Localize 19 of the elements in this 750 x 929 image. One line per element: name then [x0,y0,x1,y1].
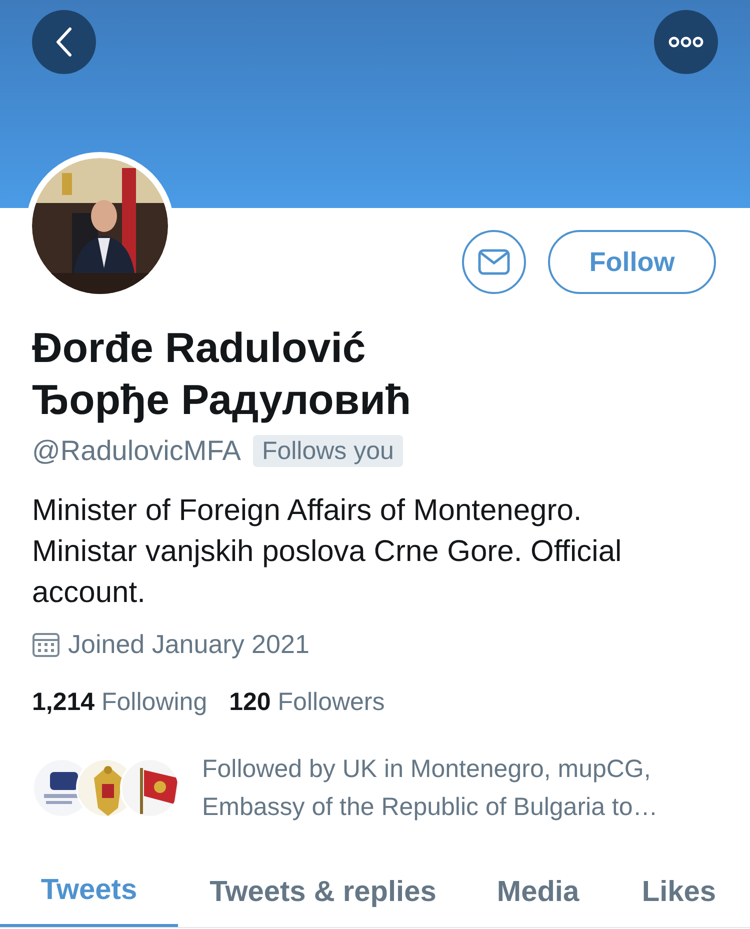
tab[interactable]: Tweets & replies [178,858,468,927]
calendar-icon [32,632,60,658]
back-icon [55,27,73,57]
tab[interactable]: Media [468,858,608,927]
bio-text: Minister of Foreign Affairs of Montenegro. Ministar vanjskih poslova Crne Gore. Official account. [32,493,623,611]
joined-date: Joined January 2021 [68,628,310,661]
message-button[interactable] [462,230,526,294]
username: @RadulovicMFA [32,434,241,468]
display-name: Ђорђе Радуловић [32,375,412,425]
display-name: Đorđe Radulović [32,323,367,373]
tab[interactable]: Likes [608,858,750,927]
stat-link[interactable]: 120 Followers [229,684,385,722]
follow-button[interactable]: Follow [548,230,716,294]
envelope-icon [478,249,510,275]
more-icon [668,36,704,48]
stat-link[interactable]: 1,214 Following [32,684,208,722]
tab[interactable]: Tweets [0,858,178,927]
followed-by-text: Followed by UK in Montenegro, mupCG, Embassy of the Republic of Bulgaria to… [202,754,659,822]
follows-you-badge: Follows you [252,435,403,467]
